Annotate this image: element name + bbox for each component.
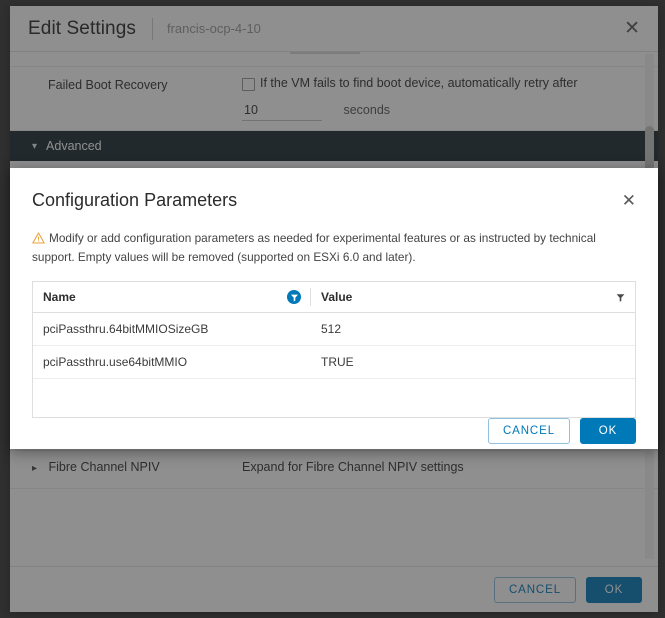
warning-triangle-icon	[32, 231, 45, 243]
screen-root: Edit Settings francis-ocp-4-10 ✕ Failed …	[0, 0, 665, 618]
empty-name-cell[interactable]	[33, 379, 311, 418]
dialog-cancel-button[interactable]: CANCEL	[488, 418, 570, 444]
column-header-name-label: Name	[43, 290, 287, 304]
param-value-cell[interactable]: 512	[311, 313, 635, 346]
filter-icon-active[interactable]	[287, 290, 301, 304]
configuration-parameters-dialog: Configuration Parameters ✕ Modify or add…	[10, 168, 658, 449]
table-row-empty[interactable]	[33, 379, 635, 418]
param-name-cell[interactable]: pciPassthru.64bitMMIOSizeGB	[33, 313, 311, 346]
dialog-header: Configuration Parameters ✕	[10, 168, 658, 211]
column-header-value: Value	[311, 282, 635, 313]
parameters-table-head: Name Value	[33, 282, 635, 313]
column-header-value-label: Value	[321, 290, 616, 304]
close-icon[interactable]: ✕	[618, 190, 640, 211]
dialog-note: Modify or add configuration parameters a…	[10, 211, 658, 267]
param-name-cell[interactable]: pciPassthru.use64bitMMIO	[33, 346, 311, 379]
dialog-footer: CANCEL OK	[10, 418, 658, 462]
column-header-name: Name	[33, 282, 311, 313]
dialog-note-line2: Empty values will be removed (supported …	[78, 250, 416, 264]
table-row[interactable]: pciPassthru.64bitMMIOSizeGB 512	[33, 313, 635, 346]
param-value-cell[interactable]: TRUE	[311, 346, 635, 379]
parameters-table: Name Value	[33, 282, 635, 417]
dialog-ok-button[interactable]: OK	[580, 418, 636, 444]
table-header-row: Name Value	[33, 282, 635, 313]
table-row[interactable]: pciPassthru.use64bitMMIO TRUE	[33, 346, 635, 379]
dialog-title: Configuration Parameters	[32, 190, 237, 211]
parameters-table-wrapper: Name Value	[32, 281, 636, 418]
parameters-table-body: pciPassthru.64bitMMIOSizeGB 512 pciPasst…	[33, 313, 635, 418]
empty-value-cell[interactable]	[311, 379, 635, 418]
filter-icon[interactable]	[616, 293, 625, 302]
